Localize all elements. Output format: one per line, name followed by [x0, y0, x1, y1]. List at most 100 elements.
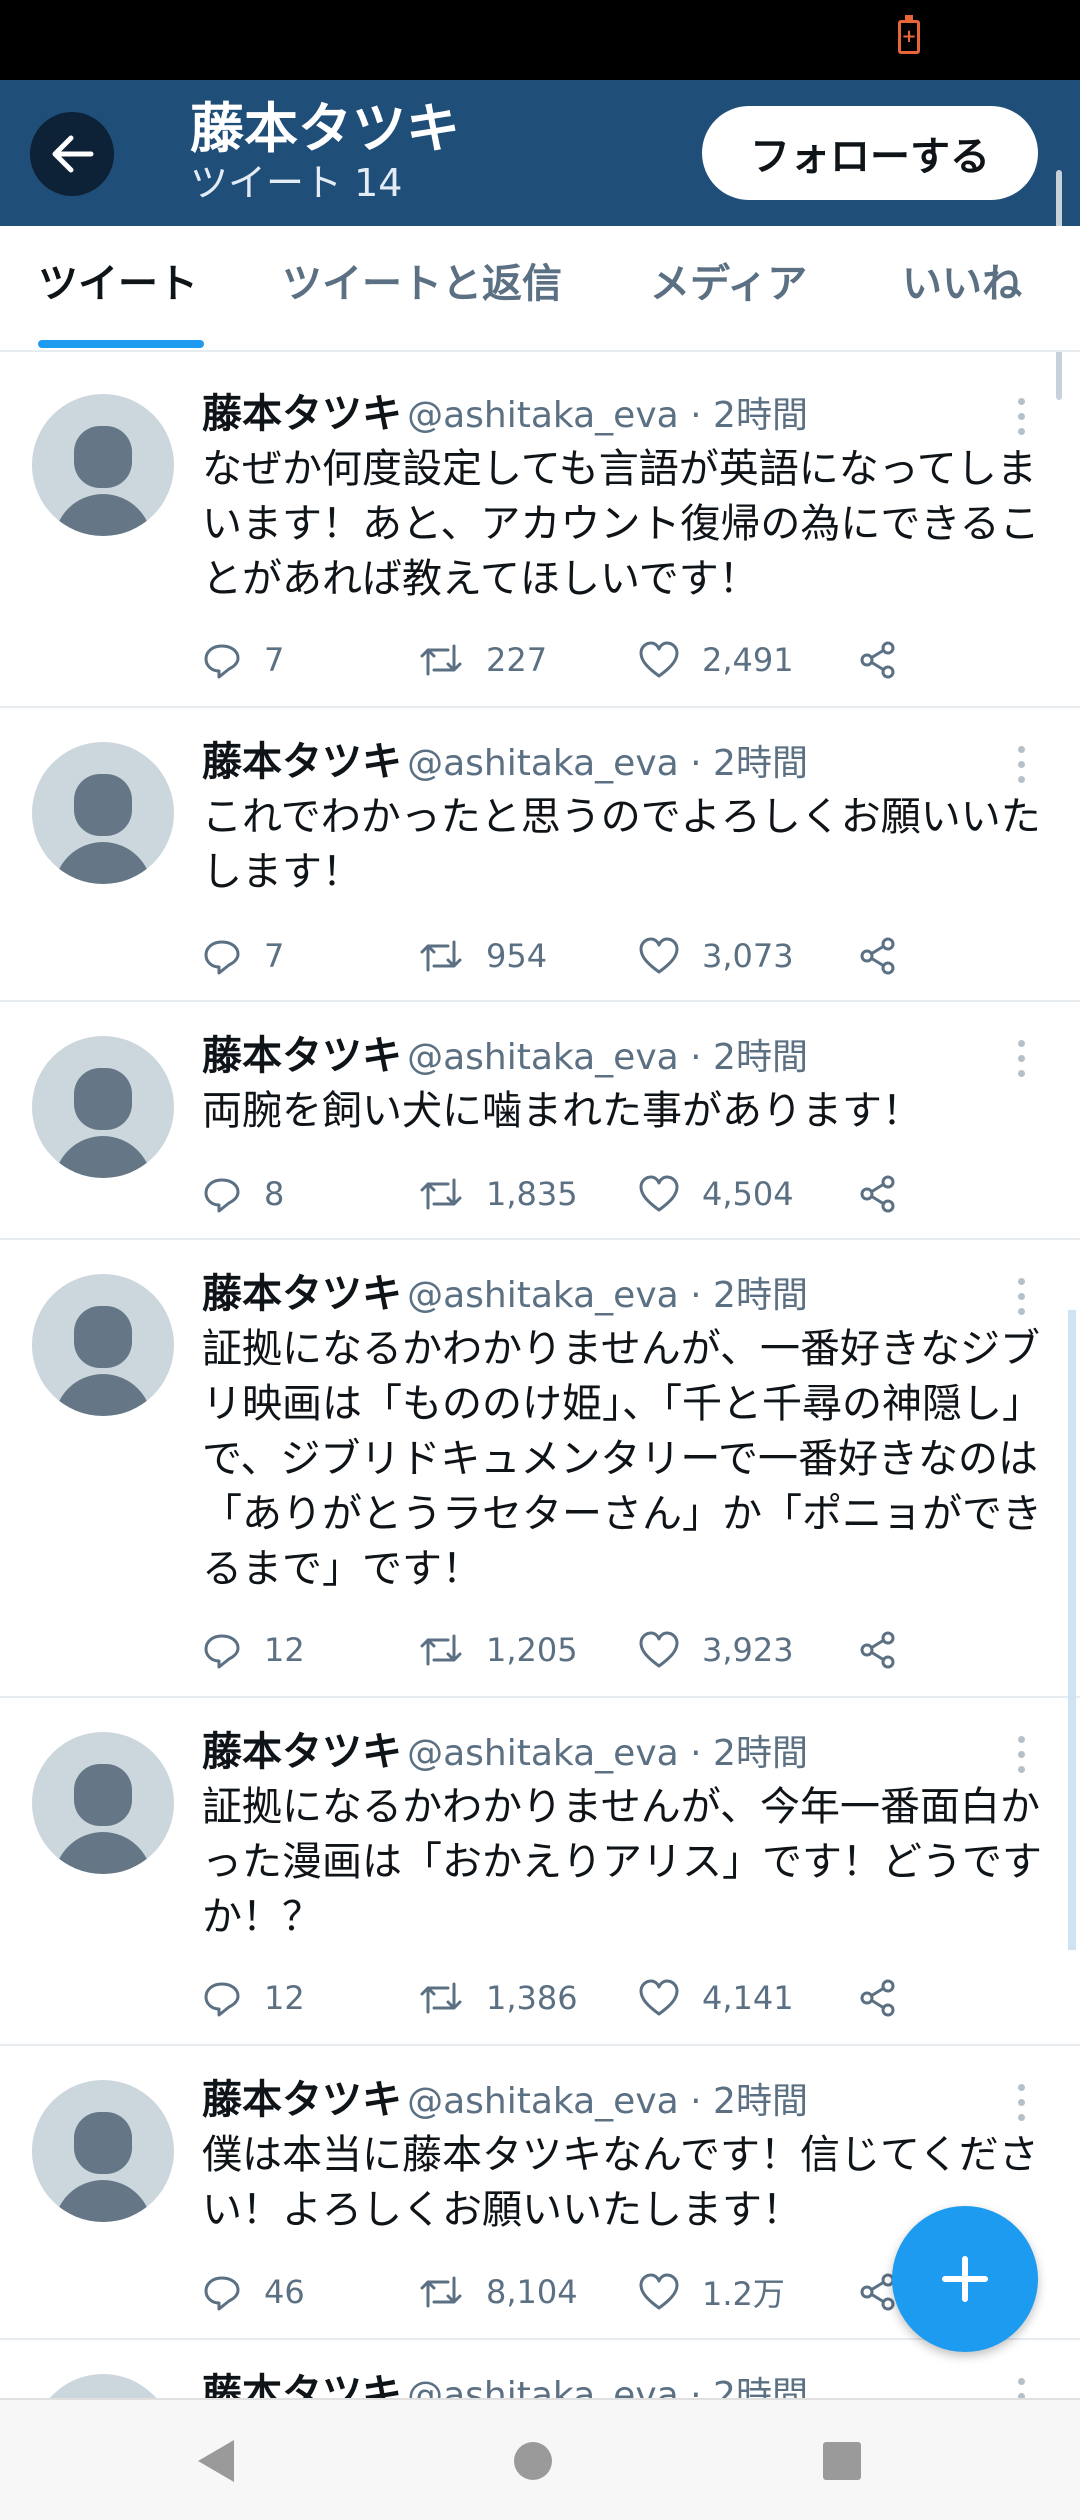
retweet-button[interactable]: 227	[418, 630, 547, 690]
retweet-count: 1,835	[486, 1175, 578, 1213]
avatar[interactable]	[32, 2080, 174, 2222]
compose-tweet-button[interactable]	[892, 2206, 1038, 2352]
more-options-icon[interactable]	[1018, 1040, 1028, 1085]
share-button[interactable]	[858, 926, 920, 986]
follow-button[interactable]: フォローする	[702, 106, 1038, 200]
tweet-text: 証拠になるかわかりませんが、今年一番面白かった漫画は「おかえりアリス」です！どう…	[202, 1784, 1042, 1940]
like-icon	[639, 1175, 679, 1212]
like-button[interactable]: 3,073	[638, 926, 794, 986]
tweet-timestamp: 2時間	[713, 2081, 808, 2122]
retweet-count: 8,104	[486, 2273, 578, 2311]
status-bar: +	[0, 0, 1080, 80]
more-options-icon[interactable]	[1018, 746, 1028, 791]
tweet-text: 証拠になるかわかりませんが、一番好きなジブリ映画は「もののけ姫」、「千と千尋の神…	[202, 1326, 1042, 1592]
more-options-icon[interactable]	[1018, 2084, 1028, 2129]
like-count: 2,491	[702, 641, 794, 679]
reply-button[interactable]: 12	[202, 1620, 305, 1680]
share-icon	[860, 1979, 895, 2017]
reply-button[interactable]: 7	[202, 926, 284, 986]
tweet-item[interactable]: 藤本タツキ @ashitaka_eva · 2時間証拠になるかわかりませんが、一…	[0, 1242, 1080, 1698]
retweet-button[interactable]: 8,104	[418, 2262, 578, 2322]
reply-icon	[204, 1634, 240, 1669]
tweet-header: 藤本タツキ @ashitaka_eva · 2時間	[202, 2077, 808, 2123]
reply-button[interactable]: 46	[202, 2262, 305, 2322]
like-button[interactable]: 2,491	[638, 630, 794, 690]
tab-media[interactable]: メディア	[650, 256, 807, 312]
back-button[interactable]	[30, 112, 114, 196]
retweet-count: 1,205	[486, 1631, 578, 1669]
share-icon	[860, 1175, 895, 1213]
avatar[interactable]	[32, 1274, 174, 1416]
tweet-author-handle: @ashitaka_eva	[407, 743, 679, 784]
tweet-author-name[interactable]: 藤本タツキ	[202, 1729, 402, 1775]
retweet-button[interactable]: 954	[418, 926, 547, 986]
like-icon	[639, 1979, 679, 2016]
system-nav-bar	[0, 2398, 1080, 2520]
nav-home-icon[interactable]	[514, 2442, 552, 2480]
share-button[interactable]	[858, 1968, 920, 2028]
tweet-header: 藤本タツキ @ashitaka_eva · 2時間	[202, 1271, 808, 1317]
share-button[interactable]	[858, 1620, 920, 1680]
like-button[interactable]: 4,504	[638, 1164, 794, 1224]
like-button[interactable]: 3,923	[638, 1620, 794, 1680]
tweet-item[interactable]: 藤本タツキ @ashitaka_eva · 2時間	[0, 2342, 1080, 2398]
tweet-item[interactable]: 藤本タツキ @ashitaka_eva · 2時間 証拠になるかわかりませんが、今…	[0, 1700, 1080, 2046]
tweet-author-name[interactable]: 藤本タツキ	[202, 391, 402, 437]
tweet-item[interactable]: 藤本タツキ @ashitaka_eva · 2時間 両腕を飼い犬に噛まれた事があり…	[0, 1004, 1080, 1240]
tweet-author-name[interactable]: 藤本タツキ	[202, 1271, 402, 1317]
tab-likes[interactable]: いいね	[902, 256, 1022, 312]
reply-count: 7	[264, 641, 285, 679]
reply-button[interactable]: 8	[202, 1164, 284, 1224]
more-options-icon[interactable]	[1018, 2378, 1028, 2398]
tweet-feed[interactable]: 藤本タツキ @ashitaka_eva · 2時間 なぜか何度設定しても言語が英語…	[0, 362, 1080, 2398]
tweet-header: 藤本タツキ @ashitaka_eva · 2時間	[202, 391, 808, 437]
reply-count: 8	[264, 1175, 285, 1213]
more-options-icon[interactable]	[1018, 1736, 1028, 1781]
like-icon	[639, 937, 679, 974]
nav-back-icon[interactable]	[198, 2440, 234, 2482]
retweet-count: 1,386	[486, 1979, 578, 2017]
tweet-author-name[interactable]: 藤本タツキ	[202, 739, 402, 785]
avatar[interactable]	[32, 742, 174, 884]
tweet-author-handle: @ashitaka_eva	[407, 1733, 679, 1774]
tab-tweets-and-replies[interactable]: ツイートと返信	[282, 256, 562, 312]
retweet-button[interactable]: 1,386	[418, 1968, 578, 2028]
reply-button[interactable]: 12	[202, 1968, 305, 2028]
tweet-item[interactable]: 藤本タツキ @ashitaka_eva · 2時間これでわかったと思うのでよろし…	[0, 710, 1080, 1002]
tweet-actions: 12 1,386 4,141	[202, 1968, 1022, 2028]
share-button[interactable]	[858, 1164, 920, 1224]
reply-count: 46	[264, 2273, 305, 2311]
nav-recents-icon[interactable]	[823, 2442, 861, 2480]
tweet-author-handle: @ashitaka_eva	[407, 1037, 679, 1078]
feed-scrollbar[interactable]	[1068, 1310, 1076, 1950]
tweet-text: これでわかったと思うのでよろしくお願いいたします！	[202, 794, 1041, 895]
retweet-button[interactable]: 1,205	[418, 1620, 578, 1680]
retweet-button[interactable]: 1,835	[418, 1164, 578, 1224]
like-button[interactable]: 1.2万	[638, 2262, 785, 2322]
reply-count: 12	[264, 1631, 305, 1669]
avatar[interactable]	[32, 1036, 174, 1178]
like-icon	[639, 641, 679, 678]
share-button[interactable]	[858, 630, 920, 690]
tweet-author-name[interactable]: 藤本タツキ	[202, 2077, 402, 2123]
battery-charging-icon: +	[898, 15, 920, 54]
tab-tweets[interactable]: ツイート	[38, 256, 198, 312]
reply-button[interactable]: 7	[202, 630, 284, 690]
reply-icon	[204, 1982, 240, 2017]
avatar[interactable]	[32, 2374, 174, 2398]
tweet-author-name[interactable]: 藤本タツキ	[202, 1033, 402, 1079]
tweet-author-handle: @ashitaka_eva	[407, 395, 679, 436]
active-tab-indicator	[38, 340, 204, 348]
tweet-author-name[interactable]: 藤本タツキ	[202, 2371, 402, 2398]
reply-count: 7	[264, 937, 285, 975]
tweet-item[interactable]: 藤本タツキ @ashitaka_eva · 2時間 なぜか何度設定しても言語が英語…	[0, 362, 1080, 708]
like-button[interactable]: 4,141	[638, 1968, 794, 2028]
retweet-icon	[420, 1982, 462, 2014]
avatar[interactable]	[32, 1732, 174, 1874]
tweet-header: 藤本タツキ @ashitaka_eva · 2時間	[202, 739, 808, 785]
more-options-icon[interactable]	[1018, 398, 1028, 443]
more-options-icon[interactable]	[1018, 1278, 1028, 1323]
like-icon	[639, 2273, 679, 2310]
tweet-timestamp: 2時間	[713, 1037, 808, 1078]
avatar[interactable]	[32, 394, 174, 536]
